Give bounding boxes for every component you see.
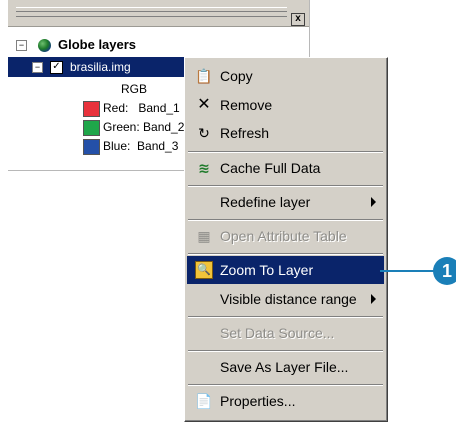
callout-badge: 1 [433,257,456,285]
close-button[interactable]: x [291,13,305,26]
menu-item-label: Set Data Source... [220,325,335,341]
menu-item-remove[interactable]: ✕ Remove [187,91,384,119]
menu-item-set-data-source[interactable]: Set Data Source... [187,319,384,347]
menu-item-cache-full-data[interactable]: ≋ Cache Full Data [187,154,384,182]
menu-item-redefine-layer[interactable]: Redefine layer [187,188,384,216]
collapse-icon[interactable]: − [32,62,43,73]
menu-item-zoom-to-layer[interactable]: 🔍 Zoom To Layer [187,256,384,284]
panel-titlebar[interactable]: x [8,0,309,27]
menu-separator [188,151,383,153]
submenu-arrow-icon [371,294,376,304]
panel-grip[interactable] [16,7,287,17]
menu-item-open-attribute-table[interactable]: ▦ Open Attribute Table [187,222,384,250]
globe-icon [38,39,51,52]
tree-root-row[interactable]: − Globe layers [8,36,309,54]
menu-item-label: Zoom To Layer [220,262,314,278]
properties-icon: 📄 [195,393,213,409]
menu-separator [188,384,383,386]
band-label: Blue: Band_3 [103,139,179,153]
collapse-icon[interactable]: − [16,40,27,51]
menu-separator [188,219,383,221]
cache-data-icon: ≋ [198,160,210,176]
menu-item-label: Cache Full Data [220,160,321,176]
globe-layers-label: Globe layers [58,37,137,52]
menu-separator [188,316,383,318]
layer-context-menu: 📋 Copy ✕ Remove ↻ Refresh ≋ Cache Full D… [184,57,388,422]
submenu-arrow-icon [371,197,376,207]
layer-visibility-checkbox[interactable]: ✓ [50,61,63,74]
menu-item-label: Remove [220,97,273,113]
menu-item-save-as-layer-file[interactable]: Save As Layer File... [187,353,384,381]
menu-separator [188,253,383,255]
menu-separator [188,185,383,187]
band-row: Blue: Band_3 [83,137,193,155]
menu-item-label: Redefine layer [220,194,311,210]
refresh-icon: ↻ [198,125,210,141]
attribute-table-icon: ▦ [197,228,211,244]
menu-item-label: Open Attribute Table [220,228,347,244]
blue-swatch [83,139,100,155]
band-label: Green: Band_2 [103,120,185,134]
rgb-label: RGB [121,82,148,96]
menu-item-visible-distance-range[interactable]: Visible distance range [187,285,384,313]
menu-item-label: Refresh [220,125,270,141]
menu-item-copy[interactable]: 📋 Copy [187,62,384,90]
menu-item-label: Save As Layer File... [220,359,349,375]
red-swatch [83,101,100,117]
zoom-to-layer-icon: 🔍 [195,261,213,279]
band-row: Green: Band_2 [83,118,193,136]
rgb-label-row: RGB [121,80,147,98]
green-swatch [83,120,100,136]
menu-item-label: Copy [220,68,253,84]
menu-item-properties[interactable]: 📄 Properties... [187,387,384,415]
callout-leader-line [380,270,435,272]
layer-name[interactable]: brasilia.img [70,57,131,77]
band-label: Red: Band_1 [103,101,180,115]
menu-separator [188,350,383,352]
menu-item-label: Visible distance range [220,291,357,307]
copy-icon: 📋 [195,68,213,84]
band-row: Red: Band_1 [83,99,193,117]
remove-icon: ✕ [197,96,211,113]
menu-item-refresh[interactable]: ↻ Refresh [187,119,384,147]
menu-item-label: Properties... [220,393,296,409]
